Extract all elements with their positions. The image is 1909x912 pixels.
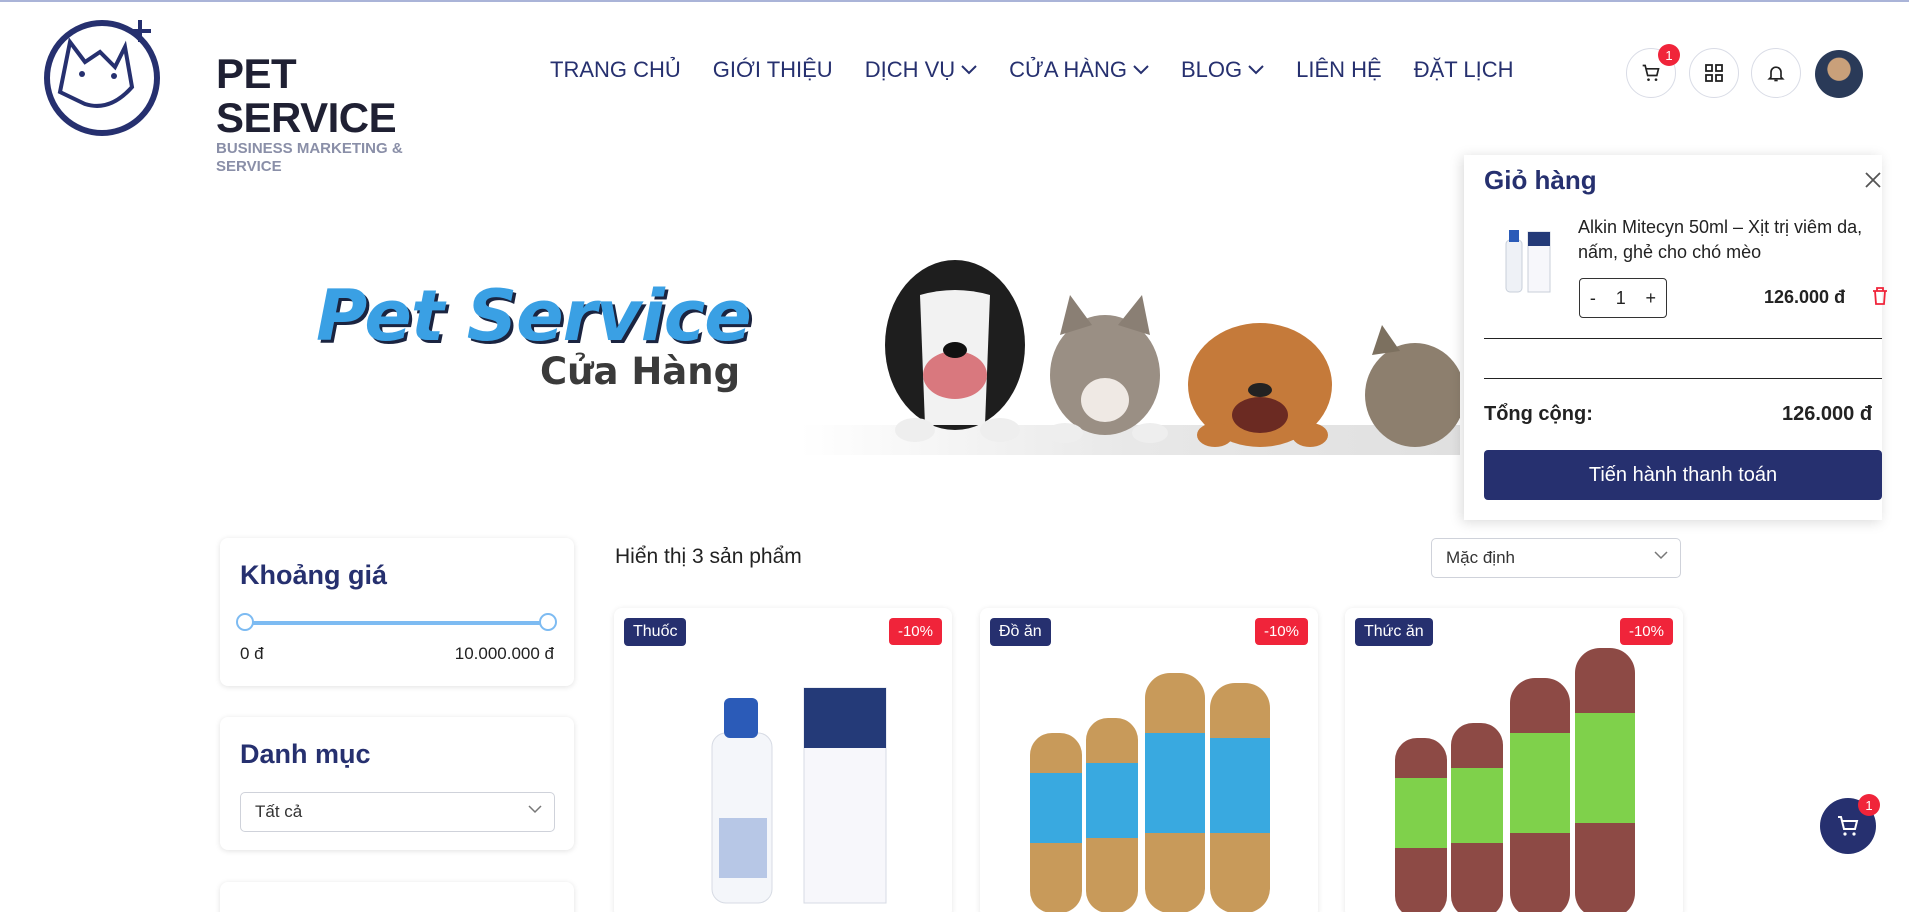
floating-cart-button[interactable]: 1 xyxy=(1820,794,1880,854)
price-filter-title: Khoảng giá xyxy=(240,560,387,590)
price-max-label: 10.000.000 đ xyxy=(454,644,554,663)
product-image xyxy=(1030,673,1270,912)
product-count: Hiển thị 3 sản phẩm xyxy=(615,545,802,568)
trash-icon[interactable] xyxy=(1871,286,1889,306)
discount-badge: -10% xyxy=(1254,618,1308,645)
hero-subtitle: Cửa Hàng xyxy=(540,350,741,393)
nav-label: DỊCH VỤ xyxy=(864,57,956,82)
nav-item-booking[interactable]: ĐẶT LỊCH xyxy=(1414,57,1514,83)
chevron-down-icon xyxy=(528,805,542,814)
price-filter-panel: Khoảng giá 0 đ 10.000.000 đ xyxy=(220,538,574,686)
category-filter-title: Danh mục xyxy=(240,739,371,769)
chevron-down-icon xyxy=(1654,551,1668,560)
pet-logo-icon xyxy=(44,20,160,136)
nav-label: ĐẶT LỊCH xyxy=(1413,57,1514,82)
price-slider-track[interactable] xyxy=(244,621,549,625)
total-label: Tổng cộng: xyxy=(1484,403,1593,425)
pets-banner-image xyxy=(800,260,1460,455)
divider xyxy=(1484,378,1882,379)
floating-cart-badge: 1 xyxy=(1858,794,1880,816)
category-badge: Thuốc xyxy=(624,618,687,646)
cart-item-name[interactable]: Alkin Mitecyn 50ml – Xịt trị viêm da, nấ… xyxy=(1578,215,1873,265)
grid-icon xyxy=(1705,64,1723,82)
cart-icon xyxy=(1838,816,1859,836)
nav-item-shop[interactable]: CỬA HÀNG xyxy=(1009,57,1149,83)
brand-title: PET SERVICE xyxy=(216,50,397,141)
cart-item-thumbnail xyxy=(1505,230,1551,293)
user-avatar[interactable] xyxy=(1815,50,1863,98)
sort-selected-value: Mặc định xyxy=(1446,548,1515,567)
chevron-down-icon xyxy=(1133,65,1149,75)
nav-item-blog[interactable]: BLOG xyxy=(1181,57,1264,83)
nav-label: GIỚI THIỆU xyxy=(712,57,833,82)
header-cart-button[interactable]: 1 xyxy=(1626,44,1680,98)
increment-button[interactable]: + xyxy=(1646,288,1657,309)
cart-title: Giỏ hàng xyxy=(1484,165,1597,195)
category-badge: Đồ ăn xyxy=(990,618,1051,646)
next-filter-panel xyxy=(220,882,574,912)
chevron-down-icon xyxy=(1248,65,1264,75)
brand-subtitle: BUSINESS MARKETING & SERVICE xyxy=(216,140,403,175)
nav-label: TRANG CHỦ xyxy=(550,57,681,82)
bell-icon xyxy=(1767,66,1785,82)
discount-badge: -10% xyxy=(1619,618,1673,645)
price-min-handle[interactable] xyxy=(236,613,254,631)
close-icon[interactable] xyxy=(1862,169,1884,191)
cart-icon xyxy=(1642,64,1660,81)
category-select[interactable]: Tất cả xyxy=(240,792,555,832)
nav-item-contact[interactable]: LIÊN HỆ xyxy=(1296,57,1382,83)
cart-count-badge: 1 xyxy=(1658,44,1680,66)
category-filter-panel: Danh mục Tất cả xyxy=(220,717,574,850)
product-image xyxy=(711,687,887,904)
notifications-button[interactable] xyxy=(1751,48,1801,98)
quantity-stepper: - 1 + xyxy=(1579,278,1667,318)
product-image xyxy=(1395,648,1635,912)
checkout-button[interactable]: Tiến hành thanh toán xyxy=(1484,450,1882,500)
nav-item-services[interactable]: DỊCH VỤ xyxy=(865,57,977,83)
product-card[interactable]: Thức ăn -10% xyxy=(1345,608,1683,912)
nav-item-about[interactable]: GIỚI THIỆU xyxy=(713,57,833,83)
discount-badge: -10% xyxy=(888,618,942,645)
cart-item-price: 126.000 đ xyxy=(1764,287,1846,307)
hero-title: Pet Service xyxy=(316,275,752,357)
category-selected-value: Tất cả xyxy=(255,802,303,821)
sort-select[interactable]: Mặc định xyxy=(1431,538,1681,578)
nav-label: CỬA HÀNG xyxy=(1009,57,1127,82)
nav-label: LIÊN HỆ xyxy=(1296,57,1382,82)
chevron-down-icon xyxy=(961,65,977,75)
decrement-button[interactable]: - xyxy=(1590,288,1596,309)
nav-label: BLOG xyxy=(1180,57,1243,82)
cart-drawer: Giỏ hàng Alkin Mitecyn 50ml – Xịt trị vi… xyxy=(1464,155,1887,520)
nav-item-home[interactable]: TRANG CHỦ xyxy=(550,57,681,83)
product-card[interactable]: Thuốc -10% xyxy=(614,608,952,912)
brand-logo[interactable]: PET SERVICE BUSINESS MARKETING & SERVICE xyxy=(40,12,410,175)
category-badge: Thức ăn xyxy=(1355,618,1433,646)
product-card[interactable]: Đồ ăn -10% xyxy=(980,608,1318,912)
price-max-handle[interactable] xyxy=(539,613,557,631)
site-header: PET SERVICE BUSINESS MARKETING & SERVICE… xyxy=(0,2,1909,175)
main-nav: TRANG CHỦ GIỚI THIỆU DỊCH VỤ CỬA HÀNG BL… xyxy=(550,57,1546,83)
total-value: 126.000 đ xyxy=(1782,403,1873,425)
price-min-label: 0 đ xyxy=(240,644,264,663)
apps-button[interactable] xyxy=(1689,48,1739,98)
quantity-value[interactable]: 1 xyxy=(1616,288,1626,309)
divider xyxy=(1484,338,1882,339)
